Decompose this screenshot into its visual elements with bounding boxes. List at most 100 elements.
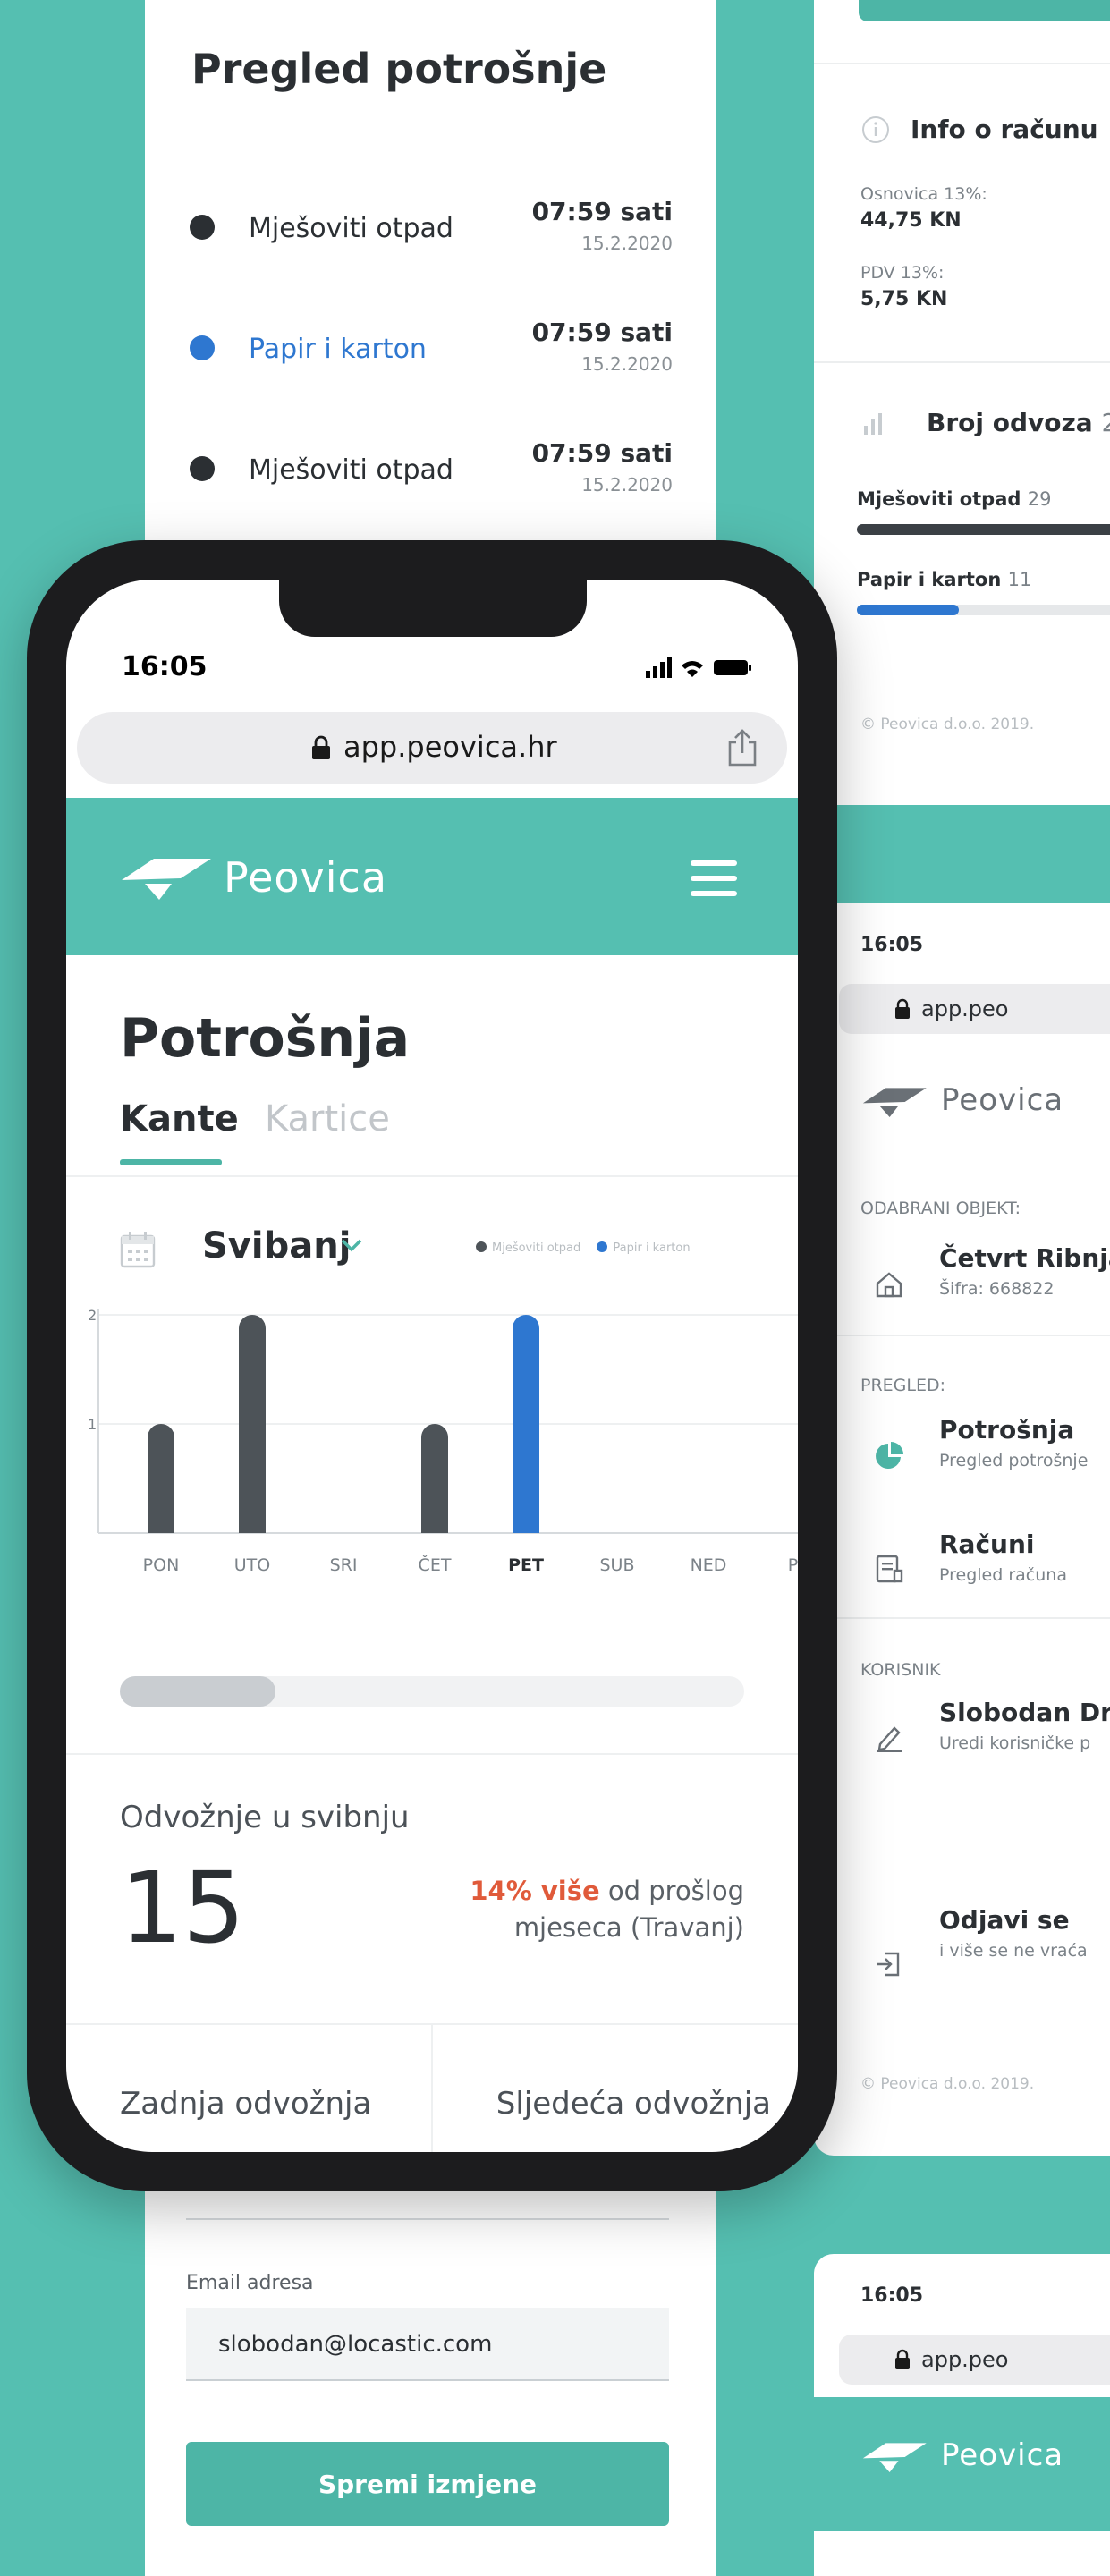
vat-label: PDV 13%: bbox=[860, 263, 945, 283]
progress-fill bbox=[857, 524, 1110, 535]
pickups-count: 22 bbox=[1101, 408, 1110, 437]
legend-dot bbox=[476, 1241, 487, 1252]
tab-cards[interactable]: Kartice bbox=[265, 1098, 390, 1140]
base-label: Osnovica 13%: bbox=[860, 184, 987, 204]
user-sub: Uredi korisničke p bbox=[939, 1733, 1091, 1753]
url-text: app.peo bbox=[921, 2347, 1009, 2372]
share-icon[interactable] bbox=[724, 728, 760, 767]
bar-base bbox=[148, 1520, 174, 1533]
divider bbox=[814, 63, 1110, 64]
x-tick-label: SUB bbox=[599, 1555, 634, 1575]
hamburger-menu-icon[interactable] bbox=[691, 860, 737, 896]
peovica-logo-icon[interactable] bbox=[118, 853, 216, 903]
bar bbox=[148, 1424, 174, 1533]
bar-label: Mješoviti otpad 29 bbox=[857, 488, 1051, 510]
bar-count: 11 bbox=[1007, 569, 1032, 590]
month-select[interactable]: Svibanj bbox=[202, 1225, 351, 1267]
status-time: 16:05 bbox=[860, 934, 924, 956]
object-name[interactable]: Četvrt Ribnjak bbox=[939, 1243, 1110, 1273]
phone-screen: 16:05 app.peovica.hr Peovica Potrošnja K… bbox=[66, 580, 798, 2152]
bar-base bbox=[513, 1520, 539, 1533]
pickups-title: Broj odvoza 22 bbox=[927, 408, 1110, 437]
x-tick-label: PO bbox=[788, 1555, 798, 1575]
invoice-icon bbox=[876, 1555, 903, 1583]
x-tick-label: SRI bbox=[330, 1555, 358, 1575]
divider bbox=[66, 1175, 798, 1177]
page-title: Potrošnja bbox=[120, 1007, 411, 1070]
calendar-icon bbox=[120, 1232, 156, 1268]
base-value: 44,75 KN bbox=[860, 209, 962, 232]
bar bbox=[513, 1315, 539, 1533]
x-tick-label: PET bbox=[508, 1555, 544, 1575]
pickup-date: 15.2.2020 bbox=[581, 474, 673, 496]
divider bbox=[814, 361, 1110, 363]
waste-dot bbox=[190, 456, 215, 481]
email-value: slobodan@locastic.com bbox=[218, 2331, 493, 2358]
section-label: ODABRANI OBJEKT: bbox=[860, 1199, 1021, 1218]
peovica-logo-icon bbox=[862, 2443, 927, 2473]
brand-name: Peovica bbox=[941, 2437, 1064, 2473]
phone-notch bbox=[279, 580, 587, 637]
waste-type: Mješoviti otpad bbox=[249, 213, 453, 244]
info-title: Info o računu bbox=[911, 114, 1098, 144]
bar-base bbox=[239, 1520, 266, 1533]
divider bbox=[814, 1617, 1110, 1619]
app-header: Peovica bbox=[66, 798, 798, 955]
chevron-down-icon[interactable] bbox=[340, 1236, 363, 1254]
top-button-edge[interactable] bbox=[859, 0, 1110, 21]
history-row[interactable]: Papir i karton 07:59 sati 15.2.2020 bbox=[190, 309, 673, 389]
mixed-waste-progress bbox=[857, 524, 1110, 535]
invoice-detail-card: Info o računu Osnovica 13%: 44,75 KN PDV… bbox=[814, 0, 1110, 805]
bar bbox=[239, 1315, 266, 1533]
url-bar[interactable]: app.peovica.hr bbox=[77, 712, 787, 784]
vat-value: 5,75 KN bbox=[860, 288, 948, 310]
bar-label-text: Mješoviti otpad bbox=[857, 488, 1021, 510]
next-pickup-label: Sljedeća odvožnja bbox=[496, 2086, 771, 2122]
menu-item-invoices[interactable]: Računi bbox=[939, 1530, 1035, 1559]
status-time: 16:05 bbox=[860, 2284, 924, 2307]
last-pickup-label: Zadnja odvožnja bbox=[120, 2086, 372, 2122]
bar-chart-icon bbox=[864, 413, 882, 435]
logout-button[interactable]: Odjavi se bbox=[939, 1905, 1070, 1935]
waste-type: Papir i karton bbox=[249, 334, 427, 365]
y-tick-label: 1 bbox=[88, 1416, 97, 1433]
url-bar[interactable]: app.peo bbox=[839, 2334, 1110, 2385]
bar-base bbox=[421, 1520, 448, 1533]
active-tab-indicator bbox=[120, 1159, 222, 1165]
menu-item-consumption[interactable]: Potrošnja bbox=[939, 1415, 1074, 1445]
x-tick-label: UTO bbox=[234, 1555, 270, 1575]
scrollbar-thumb[interactable] bbox=[120, 1676, 275, 1707]
copyright: © Peovica d.o.o. 2019. bbox=[860, 2075, 1035, 2093]
url-text: app.peo bbox=[921, 996, 1009, 1021]
legend-item: Papir i karton bbox=[613, 1241, 691, 1255]
bar bbox=[421, 1424, 448, 1533]
save-button[interactable]: Spremi izmjene bbox=[186, 2442, 669, 2526]
history-row[interactable]: Mješoviti otpad 07:59 sati 15.2.2020 bbox=[190, 188, 673, 268]
url-bar[interactable]: app.peo bbox=[839, 984, 1110, 1034]
pickup-date: 15.2.2020 bbox=[581, 353, 673, 375]
x-tick-label: NED bbox=[691, 1555, 727, 1575]
history-row[interactable]: Mješoviti otpad 07:59 sati 15.2.2020 bbox=[190, 429, 673, 510]
tab-bins[interactable]: Kante bbox=[120, 1098, 239, 1140]
consumption-history-card: Pregled potrošnje Mješoviti otpad 07:59 … bbox=[145, 0, 716, 608]
peovica-logo-icon bbox=[862, 1088, 927, 1118]
pencil-icon bbox=[877, 1726, 902, 1752]
pickups-bar-chart: 1 2 PON UTO SRI ČET PET SUB NED PO bbox=[88, 1307, 798, 1575]
pickup-time: 07:59 sati bbox=[531, 318, 673, 347]
bar-count: 29 bbox=[1027, 488, 1052, 510]
divider bbox=[66, 1753, 798, 1755]
section-label: PREGLED: bbox=[860, 1376, 946, 1395]
waste-dot bbox=[190, 215, 215, 240]
phone-mockup: 16:05 app.peovica.hr Peovica Potrošnja K… bbox=[27, 540, 837, 2191]
paper-progress bbox=[857, 605, 1110, 615]
home-icon bbox=[876, 1272, 902, 1298]
email-field[interactable]: slobodan@locastic.com bbox=[186, 2308, 669, 2381]
chart-scrollbar[interactable] bbox=[120, 1676, 744, 1707]
side-menu-card: 16:05 app.peo Peovica ODABRANI OBJEKT: Č… bbox=[814, 903, 1110, 2156]
user-name[interactable]: Slobodan Dra bbox=[939, 1698, 1110, 1727]
profile-form-card: Email adresa slobodan@locastic.com Sprem… bbox=[145, 2182, 716, 2576]
legend-dot bbox=[597, 1241, 608, 1252]
bar-label: Papir i karton 11 bbox=[857, 569, 1031, 590]
brand-name: Peovica bbox=[941, 1082, 1064, 1118]
pickup-date: 15.2.2020 bbox=[581, 233, 673, 254]
